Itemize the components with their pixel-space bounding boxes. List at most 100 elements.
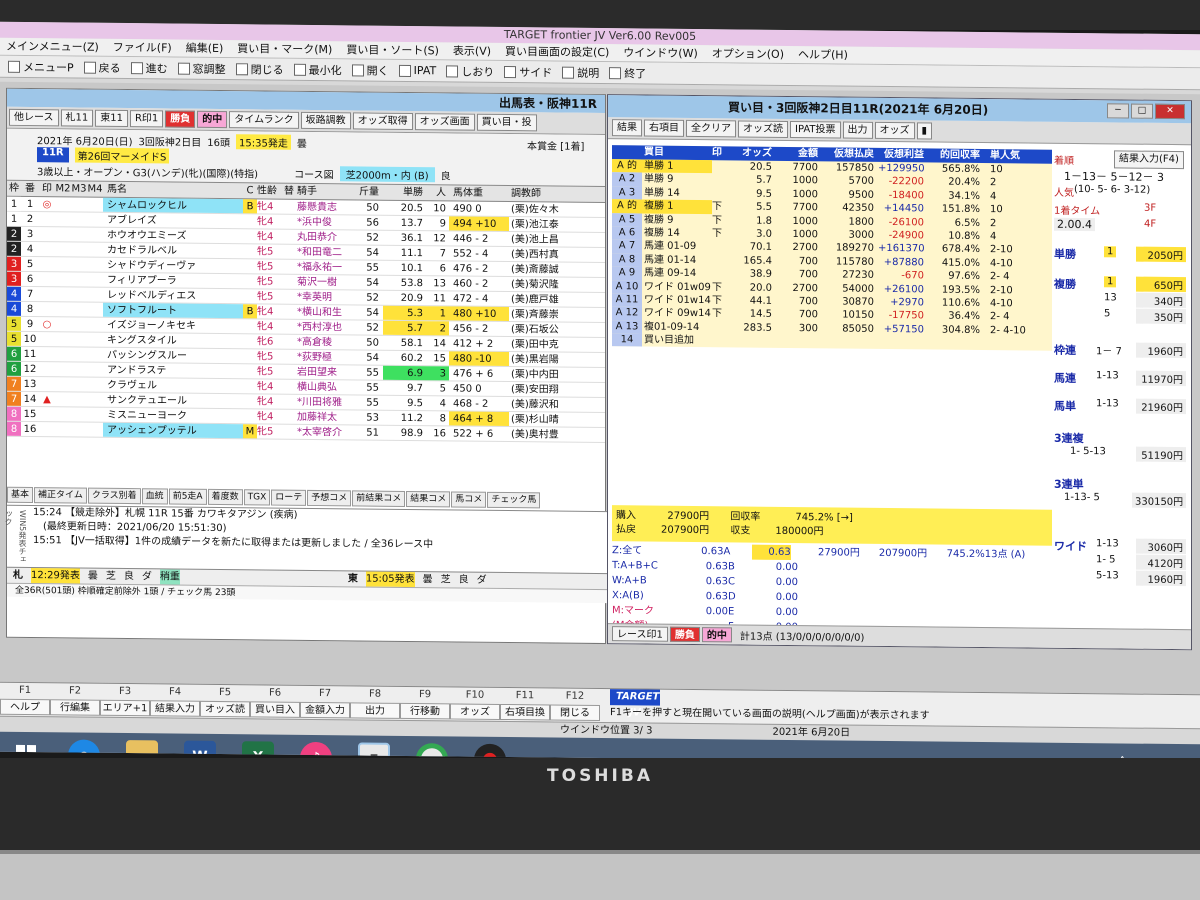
horse-name[interactable]: ソフトフルート <box>103 302 243 319</box>
bet-l[interactable]: A 的 <box>612 199 642 214</box>
mark-cell[interactable] <box>39 422 55 436</box>
mark-cell[interactable] <box>55 197 71 211</box>
bets-button[interactable]: 右項目 <box>644 119 684 137</box>
horse-name[interactable]: パッシングスルー <box>103 348 243 363</box>
mark-cell[interactable] <box>87 333 103 347</box>
group-k[interactable]: M:マーク <box>612 603 682 619</box>
horse-name[interactable]: ホウオウエミーズ <box>103 228 243 243</box>
mark-cell[interactable] <box>87 378 103 392</box>
mark-cell[interactable] <box>87 393 103 407</box>
toolbar-bookmark[interactable]: しおり <box>446 63 494 80</box>
bet-l[interactable]: A 11 <box>612 293 642 307</box>
mark-cell[interactable] <box>87 273 103 287</box>
horse-name[interactable]: レッドベルディエス <box>103 288 243 303</box>
tab-5[interactable]: 着度数 <box>207 488 243 506</box>
mark-cell[interactable] <box>55 302 71 316</box>
mark-cell[interactable] <box>39 287 55 301</box>
column-header[interactable]: 単勝 <box>383 185 427 200</box>
mark-cell[interactable] <box>55 347 71 361</box>
mark-cell[interactable] <box>55 317 71 331</box>
mark-cell[interactable] <box>71 272 87 286</box>
tab-4[interactable]: 前5走A <box>168 488 207 505</box>
bet-l[interactable]: A 8 <box>612 252 642 267</box>
entry-button[interactable]: オッズ画面 <box>414 113 475 131</box>
tab-11[interactable]: 馬コメ <box>451 491 487 508</box>
mark-cell[interactable] <box>71 422 87 436</box>
bets-column-header[interactable]: 単人気 <box>984 149 1030 163</box>
mark-cell[interactable] <box>55 212 71 226</box>
column-header[interactable]: C <box>243 183 257 198</box>
menu-item[interactable]: 表示(V) <box>453 42 491 59</box>
tab-8[interactable]: 予想コメ <box>307 489 352 507</box>
close-button[interactable]: ✕ <box>1155 103 1185 120</box>
course-diagram-link[interactable]: コース図 <box>294 166 334 181</box>
horse-name[interactable]: アッシェンプッテル <box>103 422 243 439</box>
column-header[interactable]: M2 <box>55 181 71 196</box>
bet-l[interactable]: A 3 <box>612 185 642 200</box>
column-header[interactable]: 調教師 <box>509 186 579 202</box>
mark-cell[interactable] <box>71 392 87 406</box>
toolbar-back-arrow[interactable]: 戻る <box>83 59 121 75</box>
mark-cell[interactable] <box>71 242 87 256</box>
bets-column-header[interactable]: 的回収率 <box>928 148 984 163</box>
mark-cell[interactable] <box>55 422 71 436</box>
toolbar-open[interactable]: 開く <box>351 62 389 78</box>
toolbar-close-window[interactable]: 閉じる <box>235 61 284 78</box>
horse-name[interactable]: カセドラルベル <box>103 243 243 258</box>
fkey-2-button[interactable]: 行編集 <box>50 699 100 716</box>
bet-l[interactable]: A 的 <box>612 159 642 173</box>
mark-cell[interactable] <box>71 407 87 421</box>
bet-l[interactable]: A 5 <box>612 212 642 227</box>
mark-cell[interactable] <box>39 242 55 256</box>
group-k[interactable]: T:A+B+C <box>612 558 682 574</box>
mark-cell[interactable] <box>55 257 71 271</box>
bets-button[interactable]: 結果 <box>612 119 642 137</box>
maximize-button[interactable]: □ <box>1131 103 1153 119</box>
column-header[interactable]: 印 <box>39 181 55 196</box>
mark-cell[interactable] <box>71 197 87 211</box>
menu-item[interactable]: オプション(O) <box>712 45 784 63</box>
fkey-11-button[interactable]: 右項目換 <box>500 703 550 721</box>
mark-cell[interactable] <box>71 377 87 391</box>
mark-cell[interactable] <box>71 227 87 241</box>
menu-item[interactable]: 買い目・マーク(M) <box>237 40 332 58</box>
bets-column-header[interactable]: 印 <box>712 146 732 160</box>
mark-cell[interactable] <box>87 408 103 422</box>
mark-cell[interactable] <box>55 407 71 421</box>
column-header[interactable]: 斤量 <box>353 184 383 199</box>
mark-cell[interactable] <box>71 347 87 361</box>
tab-9[interactable]: 前結果コメ <box>352 490 406 507</box>
menu-item[interactable]: ヘルプ(H) <box>798 46 848 64</box>
bets-button[interactable]: IPAT投票 <box>790 120 841 139</box>
footer-button[interactable]: 的中 <box>701 627 732 643</box>
column-header[interactable]: 人 <box>427 185 449 200</box>
bets-button[interactable]: 全クリア <box>686 119 736 138</box>
bets-column-header[interactable] <box>612 145 642 159</box>
mark-cell[interactable] <box>87 243 103 257</box>
group-k[interactable]: Z:全て <box>612 543 679 559</box>
fkey-6-button[interactable]: 買い目入 <box>250 701 300 718</box>
mark-cell[interactable] <box>39 377 55 391</box>
mark-cell[interactable] <box>55 392 71 406</box>
fkey-7-button[interactable]: 金額入力 <box>300 701 350 719</box>
horse-name[interactable]: フィリアプーラ <box>103 273 243 288</box>
mark-cell[interactable] <box>39 332 55 346</box>
menu-item[interactable]: メインメニュー(Z) <box>6 38 99 56</box>
tab-7[interactable]: ローテ <box>271 489 307 506</box>
mark-cell[interactable] <box>87 258 103 272</box>
toolbar-side[interactable]: サイド <box>504 63 552 80</box>
mark-cell[interactable] <box>39 227 55 241</box>
bet-l[interactable]: A 6 <box>612 226 642 240</box>
bet-l[interactable]: A 13 <box>612 319 642 334</box>
horse-name[interactable]: ミスニューヨーク <box>103 408 243 423</box>
bets-column-header[interactable]: 仮想利益 <box>878 148 928 163</box>
mark-cell[interactable] <box>87 303 103 317</box>
entry-button[interactable]: R印1 <box>129 110 164 128</box>
bet-l[interactable]: A 7 <box>612 239 642 254</box>
group-k[interactable]: X:A(B) <box>612 588 682 604</box>
mark-cell[interactable] <box>71 212 87 226</box>
tab-1[interactable]: 補正タイム <box>34 487 87 504</box>
mark-cell[interactable] <box>39 407 55 421</box>
column-header[interactable]: 番 <box>21 181 39 196</box>
detail-arrow[interactable]: [→] <box>837 512 853 523</box>
